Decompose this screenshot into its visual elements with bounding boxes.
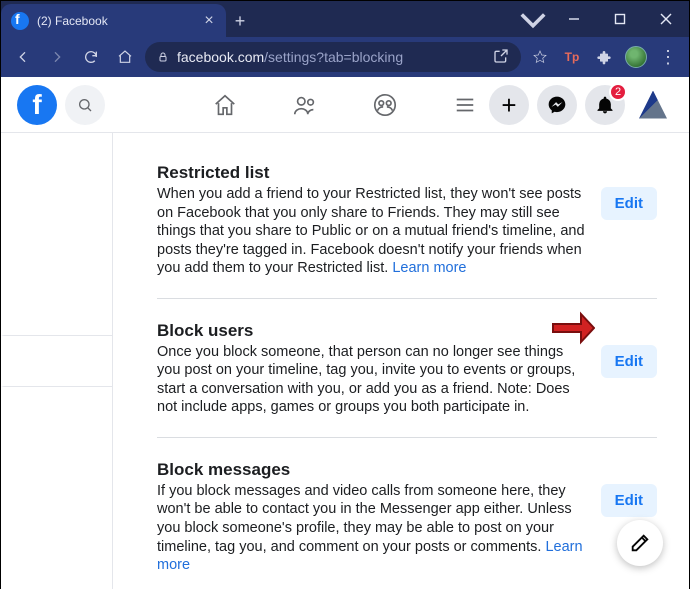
window-maximize-button[interactable] [597,1,643,37]
share-icon[interactable] [493,48,509,67]
address-bar[interactable]: facebook.com/settings?tab=blocking [145,42,521,72]
nav-menu-icon[interactable] [449,89,481,121]
extensions-button[interactable] [591,44,617,70]
url-host: facebook.com/settings?tab=blocking [177,49,403,65]
compose-fab-button[interactable] [617,520,663,566]
content-area: Restricted list When you add a friend to… [1,133,689,589]
nav-friends-icon[interactable] [289,89,321,121]
browser-menu-button[interactable]: ⋮ [655,44,681,70]
window-titlebar: (2) Facebook × + [1,1,689,37]
section-title: Restricted list [157,163,587,183]
app-logo-icon[interactable] [633,85,673,125]
section-title: Block messages [157,460,587,480]
browser-tab[interactable]: (2) Facebook × [1,4,226,37]
fb-topbar: f + 2 [1,77,689,133]
section-block-users: Block users Once you block someone, that… [157,321,657,438]
edit-button[interactable]: Edit [601,345,657,378]
new-tab-button[interactable]: + [226,5,254,37]
section-description: If you block messages and video calls fr… [157,482,587,575]
section-restricted: Restricted list When you add a friend to… [157,163,657,299]
section-title: Block users [157,321,587,341]
extension-tp-icon[interactable]: Tp [559,44,585,70]
lock-icon [157,51,169,63]
nav-home-icon[interactable] [209,89,241,121]
fb-center-nav [209,89,481,121]
nav-groups-icon[interactable] [369,89,401,121]
section-description: Once you block someone, that person can … [157,343,587,417]
edit-button[interactable]: Edit [601,484,657,517]
tab-close-button[interactable]: × [200,13,218,29]
sidebar-item[interactable] [1,133,112,185]
section-block-messages: Block messages If you block messages and… [157,460,657,589]
nav-back-button[interactable] [9,43,37,71]
messenger-button[interactable] [537,85,577,125]
tab-title: (2) Facebook [37,14,192,28]
edit-button[interactable]: Edit [601,187,657,220]
tab-favicon-icon [11,12,29,30]
nav-reload-button[interactable] [77,43,105,71]
browser-toolbar: facebook.com/settings?tab=blocking Tp ⋮ [1,37,689,77]
extension-avatar-icon[interactable] [623,44,649,70]
window-close-button[interactable] [643,1,689,37]
settings-sidebar [1,133,113,589]
sidebar-item-active[interactable] [1,335,112,387]
notif-badge: 2 [609,83,627,101]
nav-forward-button[interactable] [43,43,71,71]
fb-search-button[interactable] [65,85,105,125]
nav-home-button[interactable] [111,43,139,71]
settings-main: Restricted list When you add a friend to… [113,133,689,589]
fb-logo-icon[interactable]: f [17,85,57,125]
window-minimize-button[interactable] [551,1,597,37]
tab-search-button[interactable] [515,1,551,37]
section-description: When you add a friend to your Restricted… [157,185,587,278]
create-button[interactable]: + [489,85,529,125]
notifications-button[interactable]: 2 [585,85,625,125]
bookmark-star-button[interactable] [527,44,553,70]
learn-more-link[interactable]: Learn more [392,260,466,276]
